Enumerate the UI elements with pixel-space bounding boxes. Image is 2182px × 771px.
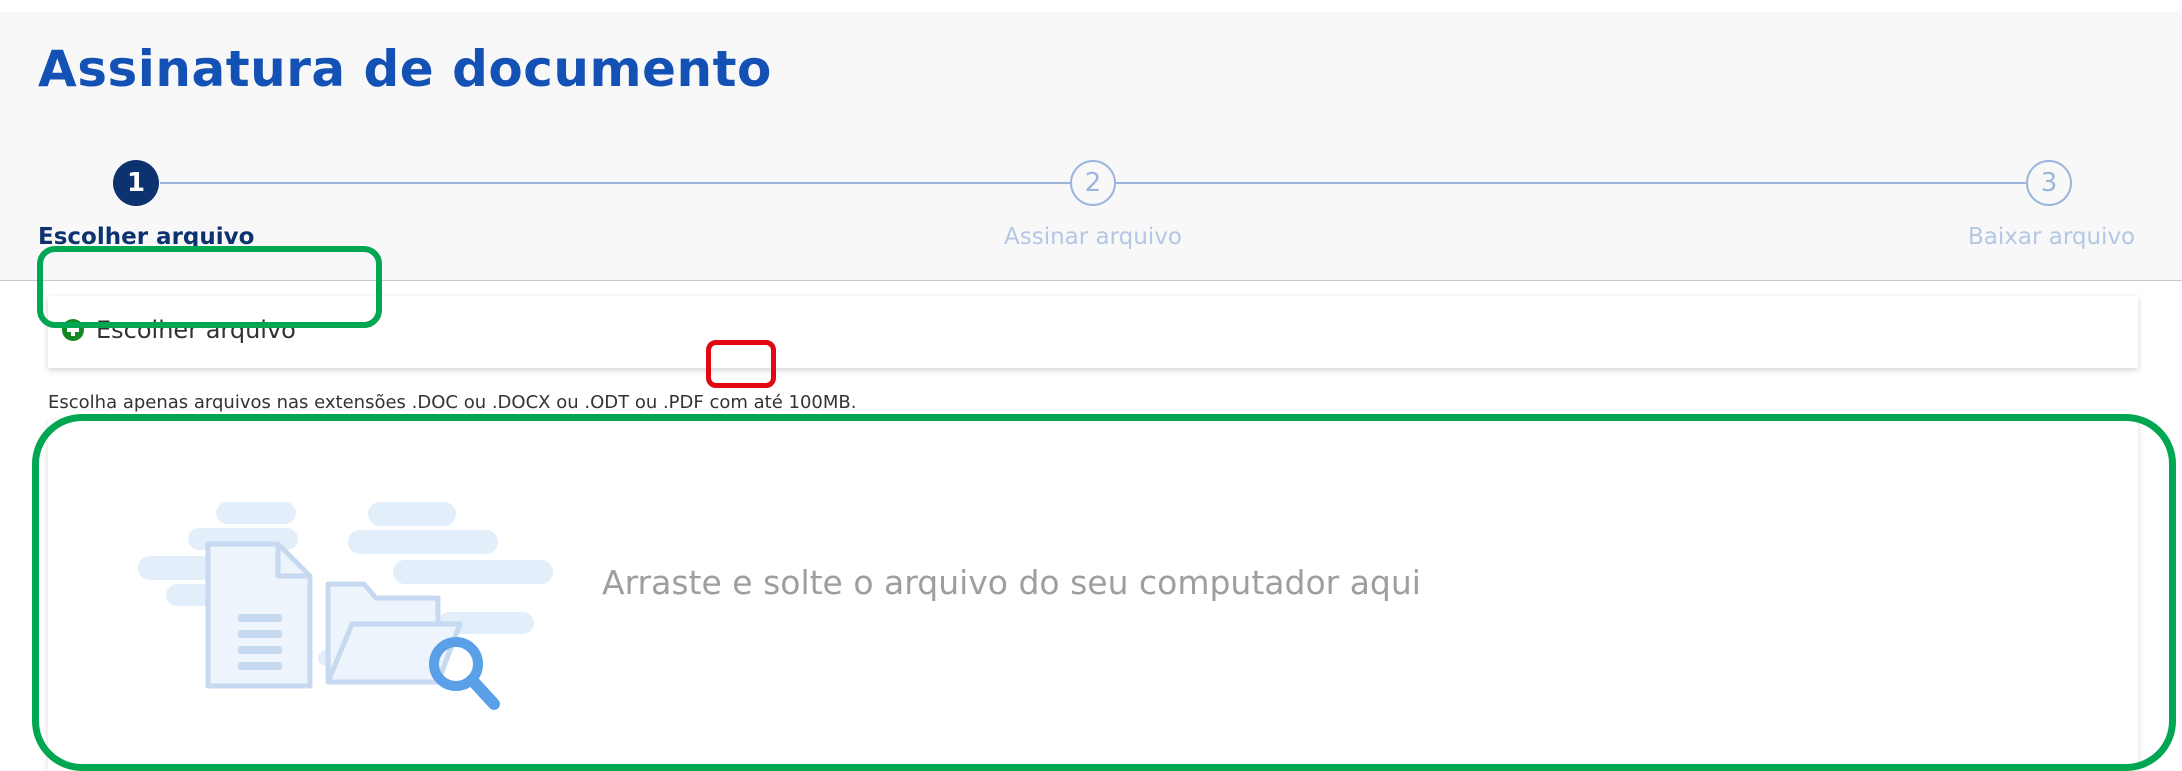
file-dropzone[interactable]: Arraste e solte o arquivo do seu computa… bbox=[48, 420, 2138, 771]
stepper-line-1-2 bbox=[160, 182, 1172, 184]
file-search-illustration bbox=[138, 502, 553, 710]
step-1-label: Escolher arquivo bbox=[38, 224, 255, 250]
choose-file-label: Escolher arquivo bbox=[96, 316, 296, 344]
step-2-label: Assinar arquivo bbox=[1004, 224, 1182, 250]
file-type-help-text: Escolha apenas arquivos nas extensões .D… bbox=[48, 392, 857, 413]
dropzone-instruction: Arraste e solte o arquivo do seu computa… bbox=[602, 563, 1421, 602]
file-select-card: Escolher arquivo bbox=[48, 296, 2138, 368]
plus-circle-icon bbox=[62, 319, 84, 341]
stepper-line-2-3 bbox=[1140, 182, 2064, 184]
page-title: Assinatura de documento bbox=[38, 40, 772, 98]
step-2-indicator: 2 bbox=[1070, 160, 1116, 206]
step-1-indicator: 1 bbox=[113, 160, 159, 206]
step-3-label: Baixar arquivo bbox=[1968, 224, 2136, 250]
top-strip bbox=[0, 0, 2182, 12]
choose-file-button[interactable]: Escolher arquivo bbox=[62, 316, 296, 344]
step-3-indicator: 3 bbox=[2026, 160, 2072, 206]
page-header: Assinatura de documento 1 2 3 Escolher a… bbox=[0, 12, 2182, 281]
